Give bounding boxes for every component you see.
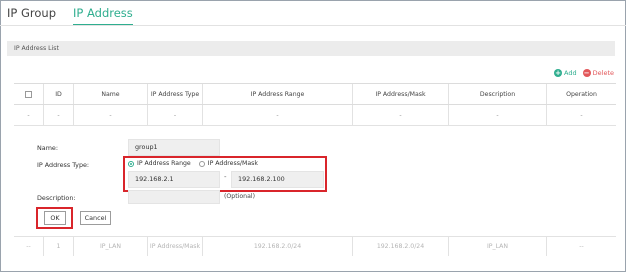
select-all-cell: [14, 84, 44, 104]
ok-button-highlight: [36, 207, 73, 229]
cancel-button[interactable]: Cancel: [80, 211, 111, 225]
table-cell-name: IP_LAN: [74, 237, 148, 256]
name-label: Name:: [37, 144, 59, 152]
header-ip-address-mask: IP Address/Mask: [353, 84, 449, 104]
table-cell: -: [74, 105, 148, 125]
table-cell: -: [203, 105, 353, 125]
tab-bar: IP Group IP Address: [7, 6, 150, 26]
header-id: ID: [44, 84, 74, 104]
table-cell: -: [14, 105, 44, 125]
table-cell-operation: --: [579, 243, 584, 250]
section-header-ip-address-list: IP Address List: [7, 41, 615, 56]
ip-address-type-highlight: [123, 156, 327, 192]
table-cell: -: [148, 105, 203, 125]
name-input[interactable]: group1: [128, 139, 220, 156]
table-cell: -: [580, 111, 583, 119]
table-header-row: ID Name IP Address Type IP Address Range…: [14, 83, 616, 105]
description-input[interactable]: [128, 190, 220, 204]
table-cell-type: IP Address/Mask: [148, 237, 203, 256]
add-button[interactable]: + Add: [554, 69, 577, 77]
table-cell: --: [14, 237, 44, 256]
optional-hint: (Optional): [224, 193, 255, 200]
add-label: Add: [564, 69, 577, 77]
table-cell-mask: 192.168.2.0/24: [353, 237, 449, 256]
delete-button[interactable]: − Delete: [582, 69, 614, 77]
header-description: Description: [449, 84, 547, 104]
select-all-checkbox[interactable]: [25, 90, 32, 98]
delete-label: Delete: [592, 69, 614, 77]
header-operation: Operation: [566, 90, 597, 98]
plus-icon: +: [554, 69, 563, 77]
table-cell-id: 1: [44, 237, 74, 256]
tab-ip-address[interactable]: IP Address: [73, 6, 133, 26]
header-ip-address-range: IP Address Range: [203, 84, 353, 104]
table-row-editing: - - - - - - - -: [14, 105, 616, 126]
table-cell: -: [44, 105, 74, 125]
tab-ip-group[interactable]: IP Group: [7, 6, 56, 26]
table-row: -- 1 IP_LAN IP Address/Mask 192.168.2.0/…: [14, 236, 616, 256]
ip-address-type-label: IP Address Type:: [37, 161, 90, 169]
header-name: Name: [74, 84, 148, 104]
table-toolbar: + Add − Delete: [548, 69, 614, 77]
tab-divider: [0, 25, 626, 26]
table-cell: -: [353, 105, 449, 125]
table-cell-range: 192.168.2.0/24: [203, 237, 353, 256]
header-ip-address-type: IP Address Type: [148, 84, 203, 104]
description-label: Description:: [37, 194, 76, 202]
table-cell-description: IP_LAN: [449, 237, 547, 256]
table-cell: -: [449, 105, 547, 125]
minus-icon: −: [582, 69, 591, 77]
